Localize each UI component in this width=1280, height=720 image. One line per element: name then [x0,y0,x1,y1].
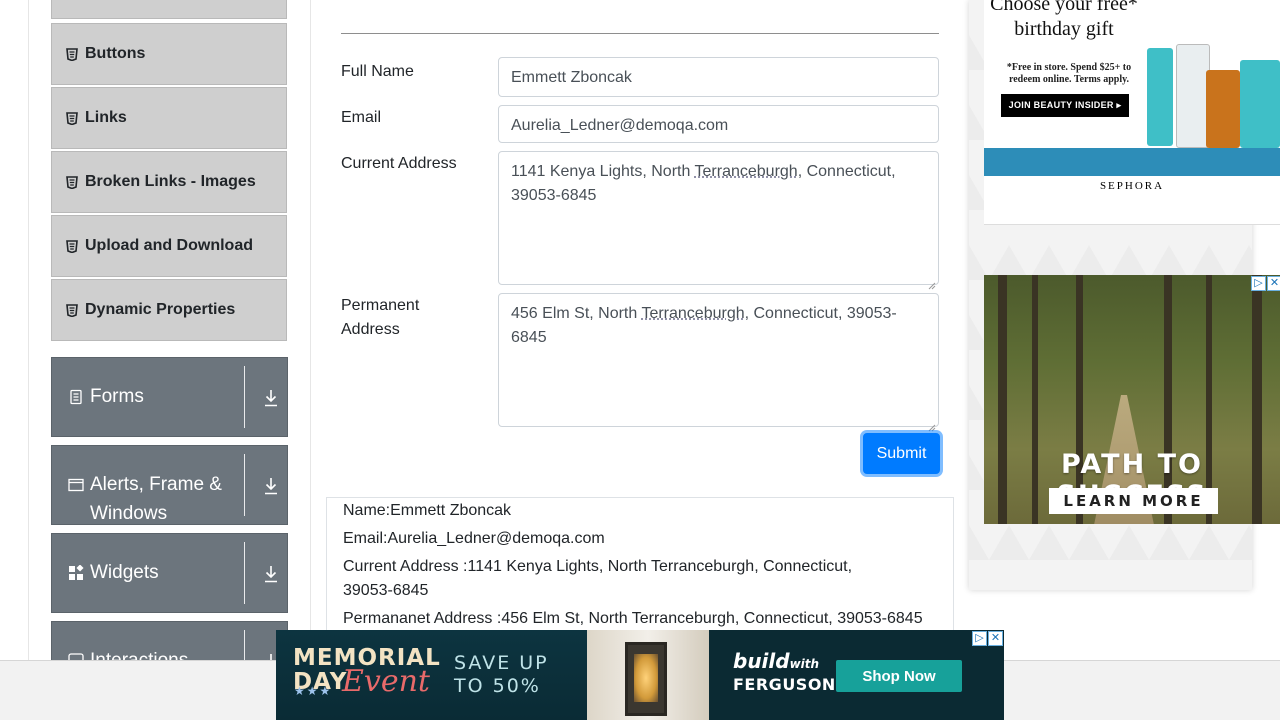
full-name-label: Full Name [341,63,414,80]
output-permanent-address: Permananet Address :456 Elm St, North Te… [343,610,923,627]
stars-icon: ★★★ [294,684,333,698]
sephora-logo: SEPHORA [1099,180,1165,192]
forest-ad[interactable]: PATH TO SUCCESS LEARN MORE [984,275,1280,524]
window-icon [68,477,84,493]
email-input[interactable]: Aurelia_Ledner@demoqa.com [498,105,939,143]
menu-item-buttons[interactable]: Buttons [51,23,287,85]
output-current-address: Current Address :1141 Kenya Lights, Nort… [343,558,853,599]
left-panel: Buttons Links Broken Links - Images Uplo… [28,0,311,720]
list-icon [66,47,78,61]
close-icon[interactable]: ✕ [1267,276,1280,291]
group-separator [244,542,245,604]
lantern-bulb [634,654,658,702]
join-beauty-insider-button[interactable]: JOIN BEAUTY INSIDER ▸ [1001,94,1129,117]
output-name: Name:Emmett Zboncak [343,502,512,519]
group-label: Widgets [90,562,159,583]
banner-offer: SAVE UP TO 50% [454,652,549,697]
current-address-textarea[interactable]: 1141 Kenya Lights, North Terranceburgh, … [498,151,939,290]
group-alerts-frame-windows[interactable]: Alerts, Frame & Windows [51,445,288,525]
menu-item-broken-links[interactable]: Broken Links - Images [51,151,287,213]
close-icon[interactable]: ✕ [988,631,1003,646]
permanent-address-text: 456 Elm St, North Terranceburgh, Connect… [511,305,897,346]
email-label: Email [341,109,382,126]
group-separator [244,454,245,516]
current-address-text: 1141 Kenya Lights, North Terranceburgh, … [511,163,896,204]
output-email: Email:Aurelia_Ledner@demoqa.com [343,530,605,547]
ad-band [984,148,1280,176]
adchoices-icon[interactable]: ▷ [972,631,987,646]
current-address-label: Current Address [341,155,457,172]
group-label: Forms [90,386,144,407]
full-name-input[interactable]: Emmett Zboncak [498,57,939,97]
list-icon [66,111,78,125]
group-widgets[interactable]: Widgets [51,533,288,613]
group-label: Alerts, Frame & Windows [90,474,222,524]
adchoices-icon[interactable]: ▷ [1251,276,1266,291]
list-icon [66,303,78,317]
email-value: Aurelia_Ledner@demoqa.com [511,117,729,134]
resize-handle-icon[interactable] [928,416,936,432]
permanent-address-textarea[interactable]: 456 Elm St, North Terranceburgh, Connect… [498,293,939,432]
resize-handle-icon[interactable] [928,274,936,290]
list-icon [66,239,78,253]
ferguson-banner-ad[interactable]: MEMORIAL DAY Event ★★★ SAVE UP TO 50% buil… [276,630,1004,720]
menu-item-upload-download[interactable]: Upload and Download [51,215,287,277]
form-icon [68,389,84,405]
widgets-icon [68,564,84,581]
menu-item-partial[interactable] [51,0,287,19]
menu-item-label: Dynamic Properties [85,301,236,318]
spellcheck-word: Terranceburgh [694,163,798,180]
download-icon[interactable] [263,477,279,495]
shop-now-button[interactable]: Shop Now [836,660,962,692]
group-separator [244,366,245,428]
menu-item-dynamic-properties[interactable]: Dynamic Properties [51,279,287,341]
banner-event: Event [342,664,430,699]
spellcheck-word: Terranceburgh [641,305,745,322]
product-image [1240,60,1280,148]
sephora-ad[interactable]: Choose your free* birthday gift *Free in… [984,0,1280,225]
list-icon [66,175,78,189]
menu-item-links[interactable]: Links [51,87,287,149]
product-image [1206,70,1240,148]
menu-item-label: Links [85,109,127,126]
header-divider [341,33,939,34]
menu-item-label: Broken Links - Images [85,173,256,190]
menu-item-label: Upload and Download [85,237,253,254]
output-box: Name:Emmett Zboncak Email:Aurelia_Ledner… [326,497,954,647]
ad-title: Choose your free* birthday gift [990,0,1138,40]
download-icon[interactable] [263,389,279,407]
product-image [1176,44,1210,148]
ad-fine-print: *Free in store. Spend $25+ to redeem onl… [1006,62,1132,85]
submit-button[interactable]: Submit [863,433,940,474]
learn-more-button[interactable]: LEARN MORE [1049,488,1218,514]
menu-item-label: Buttons [85,45,146,62]
ferguson-logo: buildwith FERGUSON [733,649,836,694]
download-icon[interactable] [263,565,279,583]
product-image [1147,48,1173,146]
full-name-value: Emmett Zboncak [511,69,632,86]
permanent-address-label: Permanent Address [341,297,420,338]
group-forms[interactable]: Forms [51,357,288,437]
